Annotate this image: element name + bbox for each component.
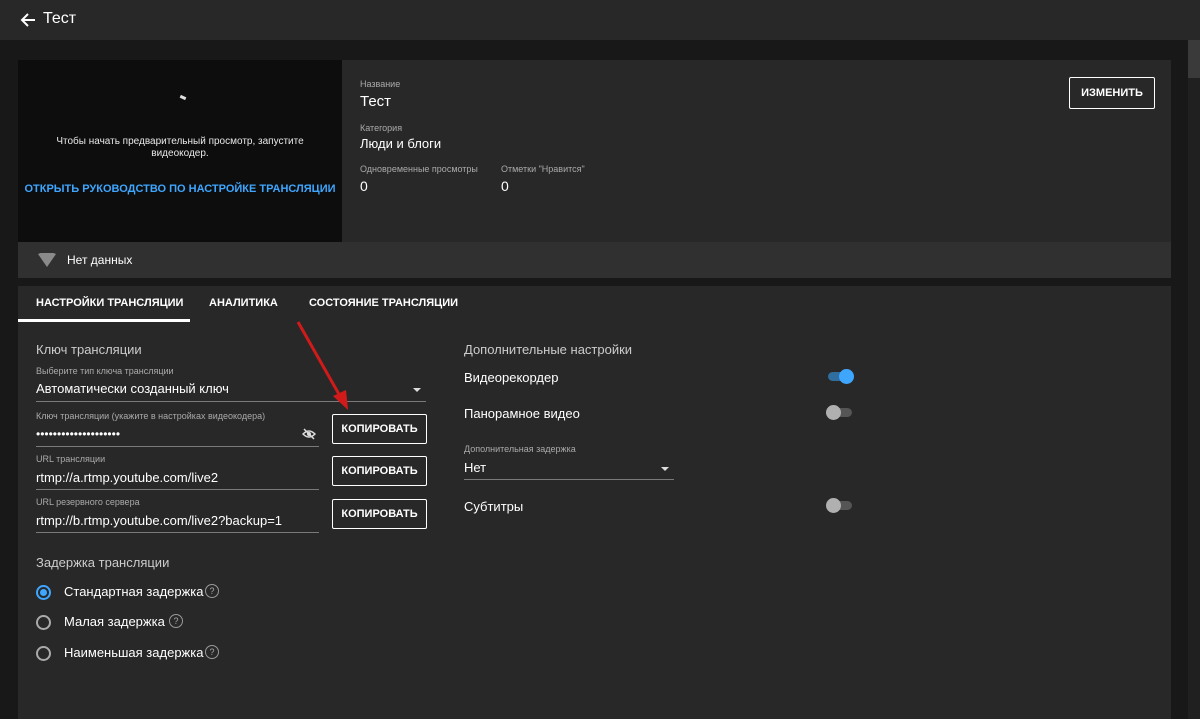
- scrollbar-thumb[interactable]: [1188, 40, 1200, 78]
- edit-button[interactable]: ИЗМЕНИТЬ: [1069, 77, 1155, 109]
- captions-label: Субтитры: [464, 499, 524, 514]
- help-icon[interactable]: ?: [169, 614, 183, 628]
- stream-health-bar: Нет данных: [18, 242, 1171, 278]
- additional-settings-title: Дополнительные настройки: [464, 342, 633, 357]
- 360-video-toggle-knob: [826, 405, 841, 420]
- dvr-toggle-knob: [839, 369, 854, 384]
- arrow-left-icon[interactable]: [20, 10, 38, 30]
- low-latency-label: Малая задержка: [64, 614, 165, 629]
- stream-key-field[interactable]: Ключ трансляции (укажите в настройках ви…: [36, 411, 319, 447]
- normal-latency-label: Стандартная задержка: [64, 584, 204, 599]
- concurrent-viewers-value: 0: [360, 178, 368, 194]
- backup-url-value: rtmp://b.rtmp.youtube.com/live2?backup=1: [36, 513, 283, 528]
- page-title: Тест: [43, 10, 77, 27]
- 360-video-label: Панорамное видео: [464, 406, 580, 421]
- extra-delay-label: Дополнительная задержка: [464, 444, 576, 454]
- scrollbar-track[interactable]: [1188, 40, 1200, 719]
- likes-value: 0: [501, 178, 509, 194]
- eye-off-icon[interactable]: [302, 428, 316, 440]
- stream-url-value: rtmp://a.rtmp.youtube.com/live2: [36, 470, 219, 485]
- 360-video-toggle[interactable]: [826, 405, 852, 420]
- ultra-low-latency-label: Наименьшая задержка: [64, 645, 204, 660]
- video-preview: Чтобы начать предварительный просмотр, з…: [18, 60, 342, 242]
- signal-icon: [38, 253, 56, 267]
- concurrent-viewers-label: Одновременные просмотры: [360, 164, 478, 174]
- help-icon[interactable]: ?: [205, 584, 219, 598]
- stream-url-field[interactable]: URL трансляции rtmp://a.rtmp.youtube.com…: [36, 454, 319, 490]
- tab-analytics[interactable]: АНАЛИТИКА: [209, 297, 278, 309]
- dvr-toggle[interactable]: [828, 369, 854, 384]
- category-label: Категория: [360, 123, 403, 133]
- chevron-down-icon: [413, 388, 421, 392]
- preview-message: Чтобы начать предварительный просмотр, з…: [56, 136, 304, 159]
- likes-label: Отметки "Нравится": [501, 164, 585, 174]
- stream-key-type-label: Выберите тип ключа трансляции: [36, 366, 174, 376]
- copy-stream-url-button[interactable]: КОПИРОВАТЬ: [332, 456, 427, 486]
- copy-backup-url-button[interactable]: КОПИРОВАТЬ: [332, 499, 427, 529]
- latency-section-title: Задержка трансляции: [36, 555, 170, 570]
- captions-toggle-knob: [826, 498, 841, 513]
- stream-key-label: Ключ трансляции (укажите в настройках ви…: [36, 411, 266, 421]
- backup-url-label: URL резервного сервера: [36, 497, 140, 507]
- tabs-bar: НАСТРОЙКИ ТРАНСЛЯЦИИ АНАЛИТИКА СОСТОЯНИЕ…: [18, 286, 1171, 323]
- stream-key-value: ••••••••••••••••••••: [36, 427, 121, 441]
- tab-stream-health[interactable]: СОСТОЯНИЕ ТРАНСЛЯЦИИ: [309, 297, 458, 309]
- radio-normal-latency[interactable]: [36, 585, 51, 600]
- backup-url-field[interactable]: URL резервного сервера rtmp://b.rtmp.you…: [36, 497, 319, 533]
- stream-key-type-value: Автоматически созданный ключ: [36, 381, 229, 396]
- setup-guide-link[interactable]: ОТКРЫТЬ РУКОВОДСТВО ПО НАСТРОЙКЕ ТРАНСЛЯ…: [18, 183, 342, 195]
- loading-spinner-icon: [179, 94, 187, 101]
- chevron-down-icon: [661, 467, 669, 471]
- radio-low-latency[interactable]: [36, 615, 51, 630]
- stream-key-type-select[interactable]: Выберите тип ключа трансляции Автоматиче…: [36, 366, 426, 402]
- stream-info-panel: Название Тест Категория Люди и блоги Одн…: [342, 60, 1171, 242]
- radio-ultra-low-latency[interactable]: [36, 646, 51, 661]
- copy-stream-key-button[interactable]: КОПИРОВАТЬ: [332, 414, 427, 444]
- extra-delay-value: Нет: [464, 460, 487, 475]
- extra-delay-select[interactable]: Дополнительная задержка Нет: [464, 444, 674, 480]
- category-value: Люди и блоги: [360, 136, 442, 151]
- stream-key-section-title: Ключ трансляции: [36, 342, 142, 357]
- tab-stream-settings[interactable]: НАСТРОЙКИ ТРАНСЛЯЦИИ: [36, 297, 183, 309]
- title-label: Название: [360, 79, 401, 89]
- captions-toggle[interactable]: [826, 498, 852, 513]
- title-value: Тест: [360, 93, 392, 110]
- top-bar: Тест: [0, 0, 1200, 40]
- settings-content: Ключ трансляции Выберите тип ключа транс…: [18, 322, 1171, 719]
- help-icon[interactable]: ?: [205, 645, 219, 659]
- stream-url-label: URL трансляции: [36, 454, 106, 464]
- stream-health-status: Нет данных: [67, 253, 133, 267]
- dvr-label: Видеорекордер: [464, 370, 559, 385]
